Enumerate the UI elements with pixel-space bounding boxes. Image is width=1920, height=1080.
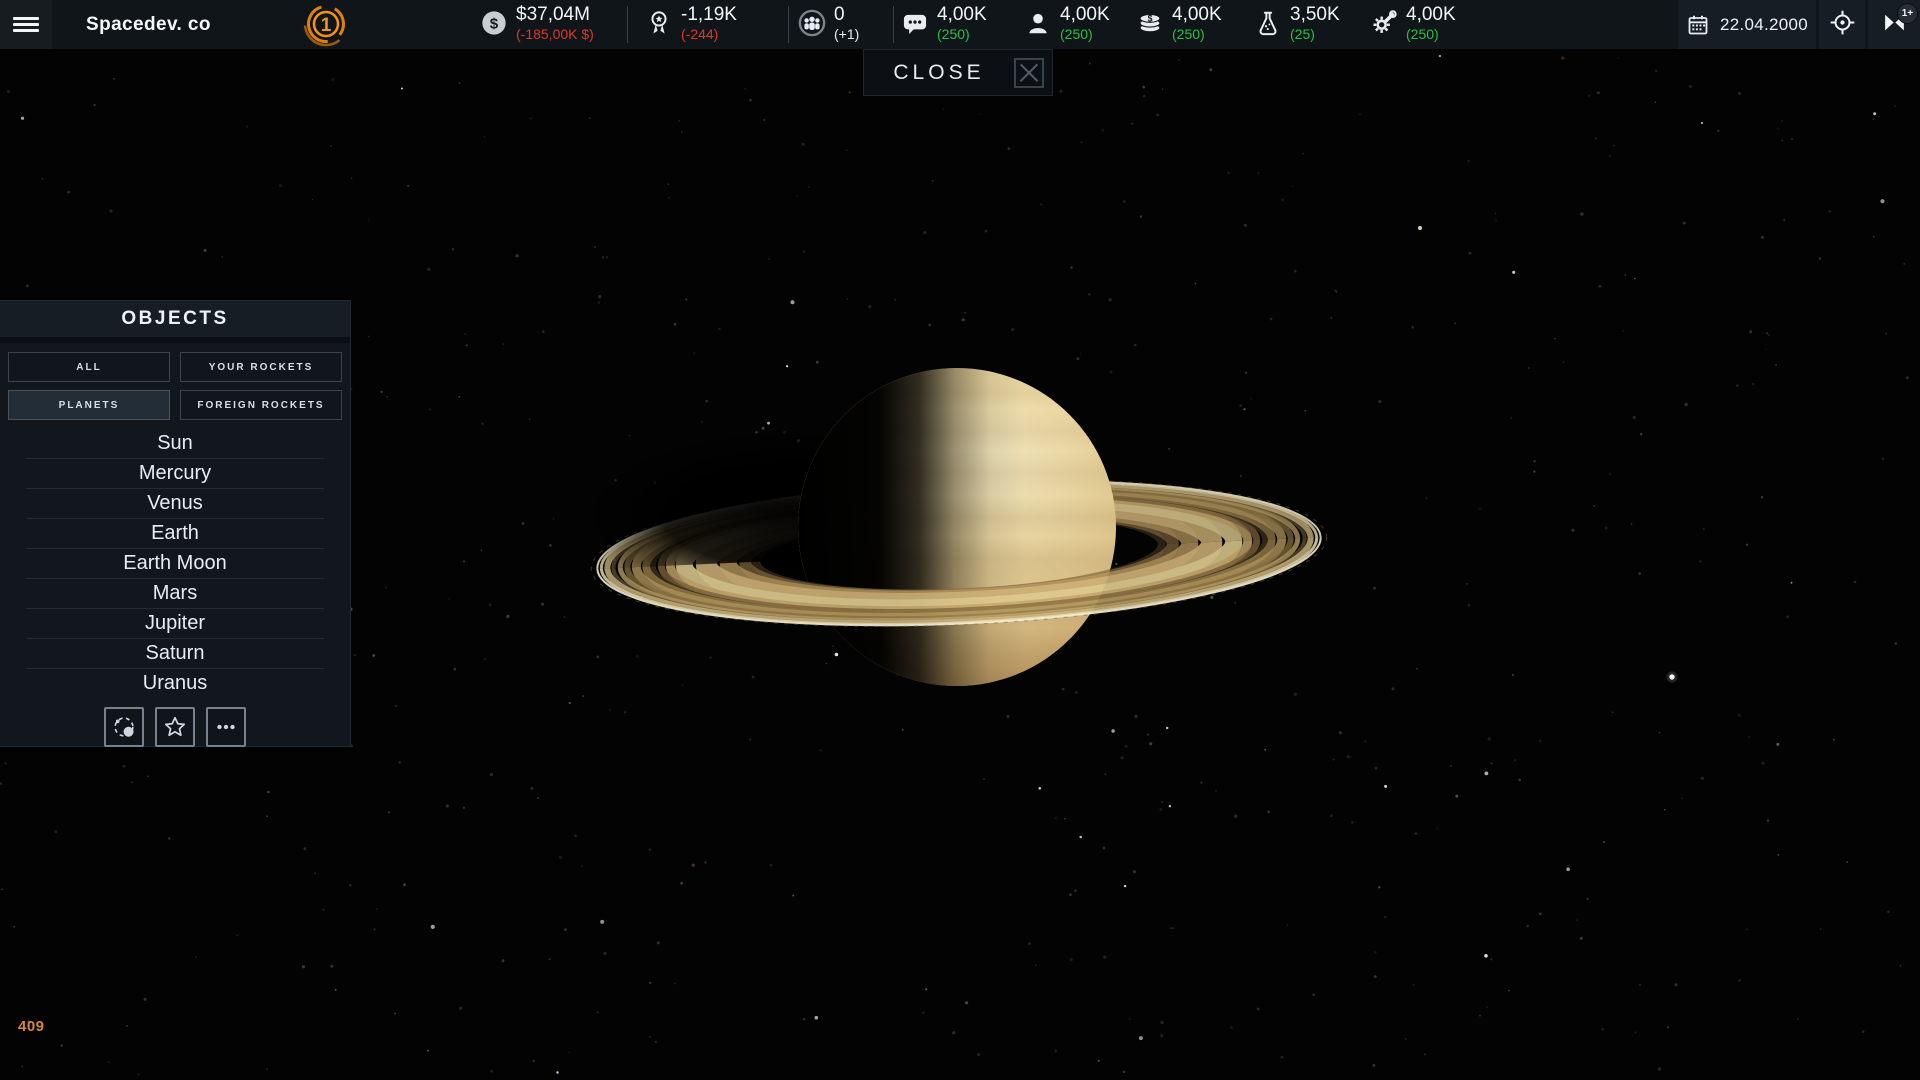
dollar-coin-icon: $: [480, 9, 508, 37]
stat-delta: (250): [1060, 26, 1110, 43]
locate-button[interactable]: [1819, 0, 1865, 49]
stat-delta: (-185,00K $): [516, 26, 594, 43]
objects-panel-title: OBJECTS: [121, 308, 228, 330]
skip-count-badge: 1+: [1897, 3, 1918, 24]
menu-button[interactable]: [0, 0, 52, 49]
objects-panel: OBJECTS ALL YOUR ROCKETS PLANETS FOREIGN RO…: [0, 300, 351, 747]
chat-icon: [901, 9, 929, 37]
orbit-icon: [111, 714, 137, 740]
stat-delta: (250): [937, 26, 987, 43]
close-panel[interactable]: CLOSE: [863, 49, 1053, 96]
filter-planets[interactable]: PLANETS: [8, 390, 170, 420]
app-title: Spacedev. co: [86, 0, 211, 49]
time-skip-button[interactable]: 1+: [1868, 0, 1920, 49]
objects-panel-header: OBJECTS: [0, 301, 350, 343]
stat-comms[interactable]: 4,00K(250): [901, 4, 987, 43]
stat-value: 4,00K: [937, 4, 987, 26]
stat-separator: [788, 6, 789, 43]
svg-text:$: $: [1148, 13, 1153, 23]
object-item-jupiter[interactable]: Jupiter: [0, 609, 350, 638]
population-icon: [798, 9, 826, 37]
stat-value: 0: [834, 4, 859, 26]
object-item-uranus[interactable]: Uranus: [0, 669, 350, 698]
medal-icon: [645, 9, 673, 37]
svg-text:$: $: [490, 15, 499, 32]
stat-value: 4,00K: [1060, 4, 1110, 26]
filter-your-rockets[interactable]: YOUR ROCKETS: [180, 352, 342, 382]
stat-value: -1,19K: [681, 4, 737, 26]
stat-delta: (25): [1290, 26, 1340, 43]
objects-list: SunMercuryVenusEarthEarth MoonMarsJupite…: [0, 429, 350, 698]
level-badge[interactable]: 1: [303, 1, 349, 51]
stat-rating[interactable]: -1,19K(-244): [645, 4, 737, 43]
top-bar: Spacedev. co 1 $ $37,04M(-185,00K $) -1,19…: [0, 0, 1920, 49]
coins-icon: $: [1136, 9, 1164, 37]
gear-wrench-icon: [1370, 9, 1398, 37]
stat-money[interactable]: $ $37,04M(-185,00K $): [480, 4, 594, 43]
ellipsis-icon: [213, 714, 239, 740]
stat-separator: [627, 6, 628, 43]
stat-value: 3,50K: [1290, 4, 1340, 26]
object-item-sun[interactable]: Sun: [0, 429, 350, 458]
person-icon: [1024, 9, 1052, 37]
saturn-planet[interactable]: [798, 368, 1116, 686]
stat-separator: [893, 6, 894, 43]
stat-delta: (250): [1172, 26, 1222, 43]
crosshair-icon: [1829, 9, 1856, 41]
object-item-earth-moon[interactable]: Earth Moon: [0, 549, 350, 578]
tool-orbit-button[interactable]: [104, 707, 144, 747]
date-display[interactable]: 22.04.2000: [1678, 0, 1816, 49]
object-item-venus[interactable]: Venus: [0, 489, 350, 518]
star-icon: [162, 714, 188, 740]
flask-icon: [1254, 9, 1282, 37]
filter-foreign-rockets[interactable]: FOREIGN ROCKETS: [180, 390, 342, 420]
object-item-saturn[interactable]: Saturn: [0, 639, 350, 668]
stat-engineering[interactable]: 4,00K(250): [1370, 4, 1456, 43]
objects-tools-row: [0, 707, 350, 747]
objects-filter-buttons: ALL YOUR ROCKETS PLANETS FOREIGN ROCKETS: [0, 343, 350, 424]
calendar-icon: [1686, 13, 1710, 37]
stat-delta: (250): [1406, 26, 1456, 43]
tool-star-button[interactable]: [155, 707, 195, 747]
tool-ellipsis-button[interactable]: [206, 707, 246, 747]
stat-resources[interactable]: $4,00K(250): [1136, 4, 1222, 43]
stat-science[interactable]: 3,50K(25): [1254, 4, 1340, 43]
close-icon[interactable]: [1014, 58, 1044, 88]
stat-value: 4,00K: [1172, 4, 1222, 26]
stat-delta: (+1): [834, 26, 859, 43]
stat-population[interactable]: 0(+1): [798, 4, 859, 43]
object-item-earth[interactable]: Earth: [0, 519, 350, 548]
stat-value: 4,00K: [1406, 4, 1456, 26]
close-button-label[interactable]: CLOSE: [864, 61, 1014, 85]
version-number: 409: [18, 1018, 45, 1035]
hamburger-icon: [13, 14, 39, 35]
filter-all[interactable]: ALL: [8, 352, 170, 382]
stat-delta: (-244): [681, 26, 737, 43]
object-item-mars[interactable]: Mars: [0, 579, 350, 608]
level-number: 1: [321, 15, 332, 36]
stat-staff[interactable]: 4,00K(250): [1024, 4, 1110, 43]
object-item-mercury[interactable]: Mercury: [0, 459, 350, 488]
stat-value: $37,04M: [516, 4, 594, 26]
date-text: 22.04.2000: [1720, 15, 1808, 35]
